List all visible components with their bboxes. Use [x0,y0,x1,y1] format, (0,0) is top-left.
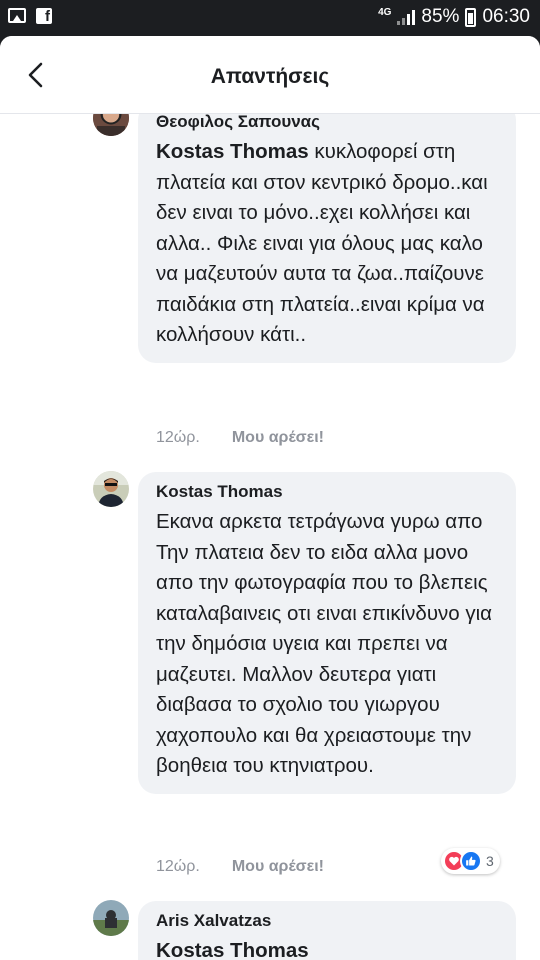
comment-time[interactable]: 12ώρ. [156,429,200,447]
comment-text: Kostas Thomas κυκλοφορεί στη πλατεία και… [156,137,498,351]
battery-icon [465,7,477,27]
avatar[interactable] [93,471,129,507]
signal-icon [397,9,416,25]
status-bar: f 4G 85% 06:30 [0,0,540,36]
comment-time[interactable]: 12ώρ. [156,858,200,876]
mention-link[interactable]: Kostas Thomas [156,140,309,163]
comment-bubble: Θεοφιλος Σαπουνας Kostas Thomas κυκλοφορ… [138,102,516,363]
clock: 06:30 [482,6,530,27]
comment-author[interactable]: Kostas Thomas [156,482,498,502]
header: Απαντήσεις [0,36,540,114]
mention-link[interactable]: Kostas Thomas [156,939,309,960]
facebook-icon: f [36,8,52,25]
comment-meta: 12ώρ. Μου αρέσει! [156,858,324,876]
like-button[interactable]: Μου αρέσει! [232,858,324,876]
avatar[interactable] [93,900,129,936]
comment-author[interactable]: Aris Xalvatzas [156,911,498,931]
comment-author[interactable]: Θεοφιλος Σαπουνας [156,112,498,132]
comment-bubble: Kostas Thomas Εκανα αρκετα τετράγωνα γυρ… [138,472,516,794]
replies-page: Απαντήσεις Θεοφιλος Σαπουνας Kostas Thom… [0,36,540,960]
comment-text: Εκανα αρκετα τετράγωνα γυρω απο Την πλατ… [156,510,493,777]
comment-body: κυκλοφορεί στη πλατεία και στον κεντρικό… [156,140,488,346]
page-title: Απαντήσεις [210,65,330,88]
gallery-icon [8,8,26,23]
battery-percent: 85% [421,6,460,27]
comment-text: Kostas Thomas [156,936,498,960]
reaction-count: 3 [486,853,494,869]
comment-bubble: Aris Xalvatzas Kostas Thomas [138,901,516,960]
like-button[interactable]: Μου αρέσει! [232,429,324,447]
comment-meta: 12ώρ. Μου αρέσει! [156,429,324,447]
reactions-summary[interactable]: 3 [441,848,500,874]
network-type: 4G [378,6,392,18]
like-reaction-icon [460,850,482,872]
